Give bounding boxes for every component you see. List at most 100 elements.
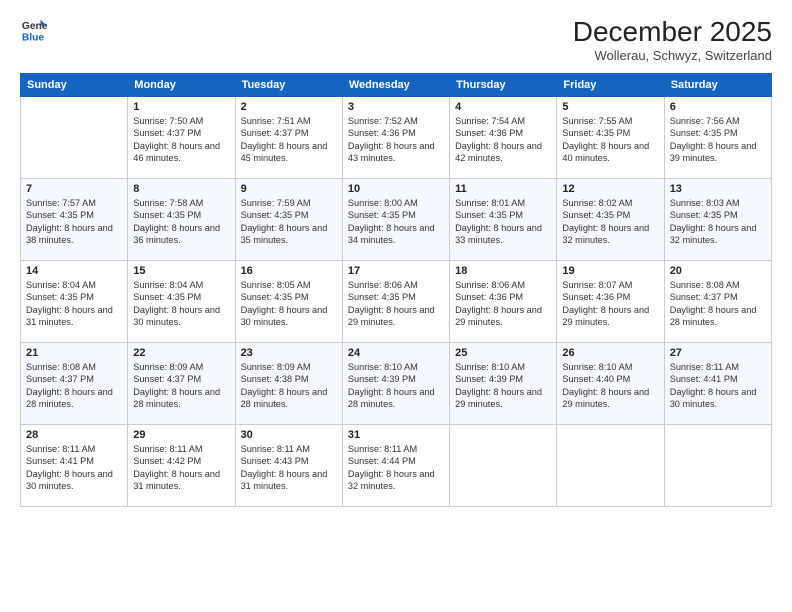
cell-content: Sunrise: 8:06 AMSunset: 4:35 PMDaylight:… [348, 280, 435, 327]
calendar-cell: 5 Sunrise: 7:55 AMSunset: 4:35 PMDayligh… [557, 97, 664, 179]
date-number: 8 [133, 183, 229, 195]
calendar-cell: 28 Sunrise: 8:11 AMSunset: 4:41 PMDaylig… [21, 425, 128, 507]
calendar-cell: 12 Sunrise: 8:02 AMSunset: 4:35 PMDaylig… [557, 179, 664, 261]
calendar-cell: 10 Sunrise: 8:00 AMSunset: 4:35 PMDaylig… [342, 179, 449, 261]
cell-content: Sunrise: 8:05 AMSunset: 4:35 PMDaylight:… [241, 280, 328, 327]
title-block: December 2025 Wollerau, Schwyz, Switzerl… [573, 16, 772, 63]
date-number: 20 [670, 265, 766, 277]
calendar-cell: 22 Sunrise: 8:09 AMSunset: 4:37 PMDaylig… [128, 343, 235, 425]
cell-content: Sunrise: 8:09 AMSunset: 4:38 PMDaylight:… [241, 362, 328, 409]
cell-content: Sunrise: 7:59 AMSunset: 4:35 PMDaylight:… [241, 198, 328, 245]
calendar-cell: 2 Sunrise: 7:51 AMSunset: 4:37 PMDayligh… [235, 97, 342, 179]
cell-content: Sunrise: 7:57 AMSunset: 4:35 PMDaylight:… [26, 198, 113, 245]
calendar-cell: 3 Sunrise: 7:52 AMSunset: 4:36 PMDayligh… [342, 97, 449, 179]
svg-text:General: General [22, 21, 48, 32]
cell-content: Sunrise: 8:03 AMSunset: 4:35 PMDaylight:… [670, 198, 757, 245]
logo-icon: General Blue [20, 16, 48, 44]
cell-content: Sunrise: 8:10 AMSunset: 4:39 PMDaylight:… [348, 362, 435, 409]
cell-content: Sunrise: 7:51 AMSunset: 4:37 PMDaylight:… [241, 116, 328, 163]
date-number: 22 [133, 347, 229, 359]
calendar-cell [21, 97, 128, 179]
cell-content: Sunrise: 8:00 AMSunset: 4:35 PMDaylight:… [348, 198, 435, 245]
cell-content: Sunrise: 8:06 AMSunset: 4:36 PMDaylight:… [455, 280, 542, 327]
cell-content: Sunrise: 7:54 AMSunset: 4:36 PMDaylight:… [455, 116, 542, 163]
svg-text:Blue: Blue [22, 32, 45, 43]
day-header-friday: Friday [557, 74, 664, 97]
date-number: 11 [455, 183, 551, 195]
calendar-cell: 14 Sunrise: 8:04 AMSunset: 4:35 PMDaylig… [21, 261, 128, 343]
cell-content: Sunrise: 8:11 AMSunset: 4:41 PMDaylight:… [670, 362, 757, 409]
cell-content: Sunrise: 8:11 AMSunset: 4:41 PMDaylight:… [26, 444, 113, 491]
calendar-cell [664, 425, 771, 507]
cell-content: Sunrise: 7:56 AMSunset: 4:35 PMDaylight:… [670, 116, 757, 163]
calendar-cell [450, 425, 557, 507]
calendar-cell: 6 Sunrise: 7:56 AMSunset: 4:35 PMDayligh… [664, 97, 771, 179]
calendar-cell: 31 Sunrise: 8:11 AMSunset: 4:44 PMDaylig… [342, 425, 449, 507]
cell-content: Sunrise: 8:08 AMSunset: 4:37 PMDaylight:… [26, 362, 113, 409]
calendar-cell: 11 Sunrise: 8:01 AMSunset: 4:35 PMDaylig… [450, 179, 557, 261]
calendar-cell: 20 Sunrise: 8:08 AMSunset: 4:37 PMDaylig… [664, 261, 771, 343]
calendar-cell: 18 Sunrise: 8:06 AMSunset: 4:36 PMDaylig… [450, 261, 557, 343]
date-number: 7 [26, 183, 122, 195]
cell-content: Sunrise: 8:01 AMSunset: 4:35 PMDaylight:… [455, 198, 542, 245]
date-number: 29 [133, 429, 229, 441]
calendar-cell: 25 Sunrise: 8:10 AMSunset: 4:39 PMDaylig… [450, 343, 557, 425]
calendar-cell: 7 Sunrise: 7:57 AMSunset: 4:35 PMDayligh… [21, 179, 128, 261]
date-number: 18 [455, 265, 551, 277]
calendar-cell: 29 Sunrise: 8:11 AMSunset: 4:42 PMDaylig… [128, 425, 235, 507]
calendar-cell: 17 Sunrise: 8:06 AMSunset: 4:35 PMDaylig… [342, 261, 449, 343]
calendar-cell: 16 Sunrise: 8:05 AMSunset: 4:35 PMDaylig… [235, 261, 342, 343]
date-number: 23 [241, 347, 337, 359]
cell-content: Sunrise: 8:11 AMSunset: 4:42 PMDaylight:… [133, 444, 220, 491]
logo: General Blue [20, 16, 48, 44]
cell-content: Sunrise: 7:55 AMSunset: 4:35 PMDaylight:… [562, 116, 649, 163]
date-number: 14 [26, 265, 122, 277]
date-number: 28 [26, 429, 122, 441]
cell-content: Sunrise: 8:07 AMSunset: 4:36 PMDaylight:… [562, 280, 649, 327]
cell-content: Sunrise: 7:52 AMSunset: 4:36 PMDaylight:… [348, 116, 435, 163]
date-number: 10 [348, 183, 444, 195]
date-number: 2 [241, 101, 337, 113]
date-number: 6 [670, 101, 766, 113]
cell-content: Sunrise: 8:04 AMSunset: 4:35 PMDaylight:… [133, 280, 220, 327]
day-header-sunday: Sunday [21, 74, 128, 97]
date-number: 4 [455, 101, 551, 113]
calendar-cell: 24 Sunrise: 8:10 AMSunset: 4:39 PMDaylig… [342, 343, 449, 425]
date-number: 13 [670, 183, 766, 195]
cell-content: Sunrise: 8:11 AMSunset: 4:44 PMDaylight:… [348, 444, 435, 491]
day-header-wednesday: Wednesday [342, 74, 449, 97]
page: General Blue December 2025 Wollerau, Sch… [0, 0, 792, 612]
date-number: 30 [241, 429, 337, 441]
date-number: 19 [562, 265, 658, 277]
day-header-saturday: Saturday [664, 74, 771, 97]
day-header-thursday: Thursday [450, 74, 557, 97]
calendar-cell: 1 Sunrise: 7:50 AMSunset: 4:37 PMDayligh… [128, 97, 235, 179]
calendar-cell: 8 Sunrise: 7:58 AMSunset: 4:35 PMDayligh… [128, 179, 235, 261]
cell-content: Sunrise: 8:11 AMSunset: 4:43 PMDaylight:… [241, 444, 328, 491]
header: General Blue December 2025 Wollerau, Sch… [20, 16, 772, 63]
calendar-table: SundayMondayTuesdayWednesdayThursdayFrid… [20, 73, 772, 507]
date-number: 9 [241, 183, 337, 195]
cell-content: Sunrise: 7:58 AMSunset: 4:35 PMDaylight:… [133, 198, 220, 245]
date-number: 21 [26, 347, 122, 359]
calendar-cell: 9 Sunrise: 7:59 AMSunset: 4:35 PMDayligh… [235, 179, 342, 261]
date-number: 3 [348, 101, 444, 113]
date-number: 16 [241, 265, 337, 277]
cell-content: Sunrise: 8:09 AMSunset: 4:37 PMDaylight:… [133, 362, 220, 409]
calendar-cell: 27 Sunrise: 8:11 AMSunset: 4:41 PMDaylig… [664, 343, 771, 425]
month-title: December 2025 [573, 16, 772, 48]
date-number: 24 [348, 347, 444, 359]
calendar-cell: 21 Sunrise: 8:08 AMSunset: 4:37 PMDaylig… [21, 343, 128, 425]
cell-content: Sunrise: 8:10 AMSunset: 4:40 PMDaylight:… [562, 362, 649, 409]
location: Wollerau, Schwyz, Switzerland [573, 48, 772, 63]
calendar-cell: 23 Sunrise: 8:09 AMSunset: 4:38 PMDaylig… [235, 343, 342, 425]
cell-content: Sunrise: 8:02 AMSunset: 4:35 PMDaylight:… [562, 198, 649, 245]
day-header-tuesday: Tuesday [235, 74, 342, 97]
cell-content: Sunrise: 8:10 AMSunset: 4:39 PMDaylight:… [455, 362, 542, 409]
cell-content: Sunrise: 8:08 AMSunset: 4:37 PMDaylight:… [670, 280, 757, 327]
calendar-cell: 19 Sunrise: 8:07 AMSunset: 4:36 PMDaylig… [557, 261, 664, 343]
date-number: 17 [348, 265, 444, 277]
calendar-cell: 26 Sunrise: 8:10 AMSunset: 4:40 PMDaylig… [557, 343, 664, 425]
day-header-monday: Monday [128, 74, 235, 97]
calendar-cell: 13 Sunrise: 8:03 AMSunset: 4:35 PMDaylig… [664, 179, 771, 261]
